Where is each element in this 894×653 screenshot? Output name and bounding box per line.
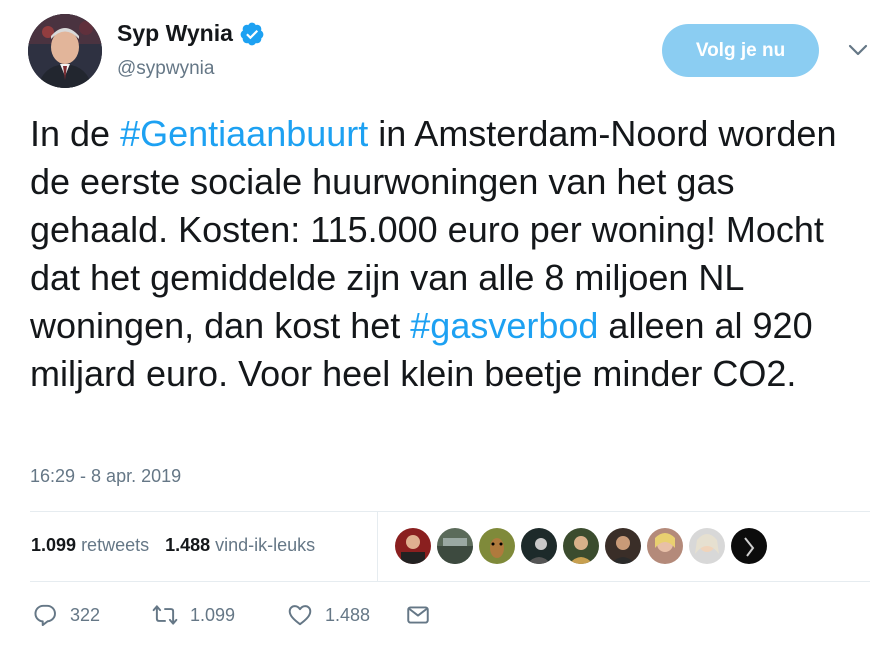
heart-icon (288, 605, 312, 626)
author-handle[interactable]: @sypwynia (117, 58, 214, 80)
liker-avatar[interactable] (646, 527, 684, 565)
tweet-text: In de #Gentiaanbuurt in Amsterdam-Noord … (30, 110, 870, 398)
retweet-icon (152, 605, 178, 625)
liker-avatar[interactable] (562, 527, 600, 565)
likes-label: vind-ik-leuks (215, 535, 316, 555)
hashtag-link[interactable]: #gasverbod (410, 305, 598, 346)
like-count: 1.488 (325, 604, 371, 625)
author-display-name[interactable]: Syp Wynia (117, 20, 233, 47)
liker-avatar[interactable] (394, 527, 432, 565)
tweet-text-segment: In de (30, 113, 121, 154)
tweet-stats: 1.099 retweets 1.488 vind-ik-leuks (31, 535, 315, 556)
retweets-label: retweets (81, 535, 150, 555)
retweets-stat[interactable]: 1.099 retweets (31, 535, 149, 556)
liker-avatar[interactable] (730, 527, 768, 565)
divider (30, 581, 870, 582)
chevron-down-icon[interactable] (846, 40, 870, 60)
liker-avatar[interactable] (604, 527, 642, 565)
liker-avatar[interactable] (520, 527, 558, 565)
reply-count: 322 (70, 604, 101, 625)
direct-message-button[interactable] (405, 602, 431, 628)
reply-icon (34, 604, 56, 627)
author-avatar[interactable] (28, 14, 102, 88)
likes-stat[interactable]: 1.488 vind-ik-leuks (165, 535, 315, 556)
like-button[interactable]: 1.488 (287, 602, 405, 628)
likes-count: 1.488 (165, 535, 211, 555)
retweets-count: 1.099 (31, 535, 77, 555)
verified-badge-icon (239, 21, 265, 47)
liker-avatars (394, 527, 768, 565)
divider (30, 511, 870, 512)
action-bar: 322 1.099 1.488 (32, 602, 431, 628)
hashtag-link[interactable]: #Gentiaanbuurt (120, 113, 368, 154)
retweet-button[interactable]: 1.099 (152, 602, 287, 628)
liker-avatar[interactable] (688, 527, 726, 565)
retweet-count: 1.099 (190, 604, 236, 625)
follow-button[interactable]: Volg je nu (662, 24, 819, 77)
tweet-timestamp[interactable]: 16:29 - 8 apr. 2019 (30, 466, 181, 487)
envelope-icon (407, 606, 429, 624)
divider (377, 511, 378, 581)
liker-avatar[interactable] (436, 527, 474, 565)
reply-button[interactable]: 322 (32, 602, 152, 628)
liker-avatar[interactable] (478, 527, 516, 565)
